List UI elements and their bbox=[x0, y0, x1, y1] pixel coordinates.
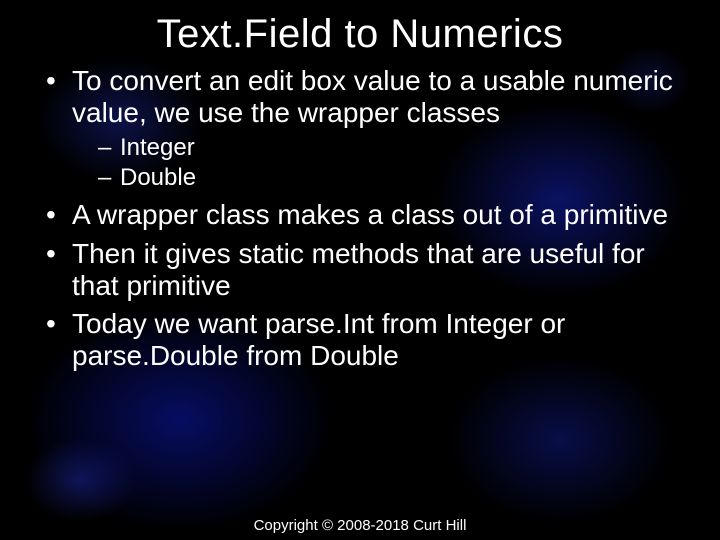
bullet-text: Today we want parse.Int from Integer or … bbox=[72, 308, 565, 371]
slide-title: Text.Field to Numerics bbox=[28, 12, 692, 57]
bullet-item: Then it gives static methods that are us… bbox=[42, 238, 692, 302]
bullet-item: Today we want parse.Int from Integer or … bbox=[42, 308, 692, 372]
slide: Text.Field to Numerics To convert an edi… bbox=[0, 0, 720, 540]
bullet-text: Then it gives static methods that are us… bbox=[72, 238, 645, 301]
sub-bullet-text: Double bbox=[120, 164, 196, 191]
bullet-list: To convert an edit box value to a usable… bbox=[28, 65, 692, 372]
sub-bullet-text: Integer bbox=[120, 134, 195, 161]
sub-bullet-item: Integer bbox=[98, 133, 692, 163]
bullet-text: A wrapper class makes a class out of a p… bbox=[72, 199, 668, 230]
sub-bullet-item: Double bbox=[98, 163, 692, 193]
bullet-text: To convert an edit box value to a usable… bbox=[72, 65, 673, 128]
bullet-item: A wrapper class makes a class out of a p… bbox=[42, 199, 692, 231]
sub-bullet-list: Integer Double bbox=[72, 133, 692, 193]
bullet-item: To convert an edit box value to a usable… bbox=[42, 65, 692, 193]
copyright-footer: Copyright © 2008-2018 Curt Hill bbox=[0, 517, 720, 534]
